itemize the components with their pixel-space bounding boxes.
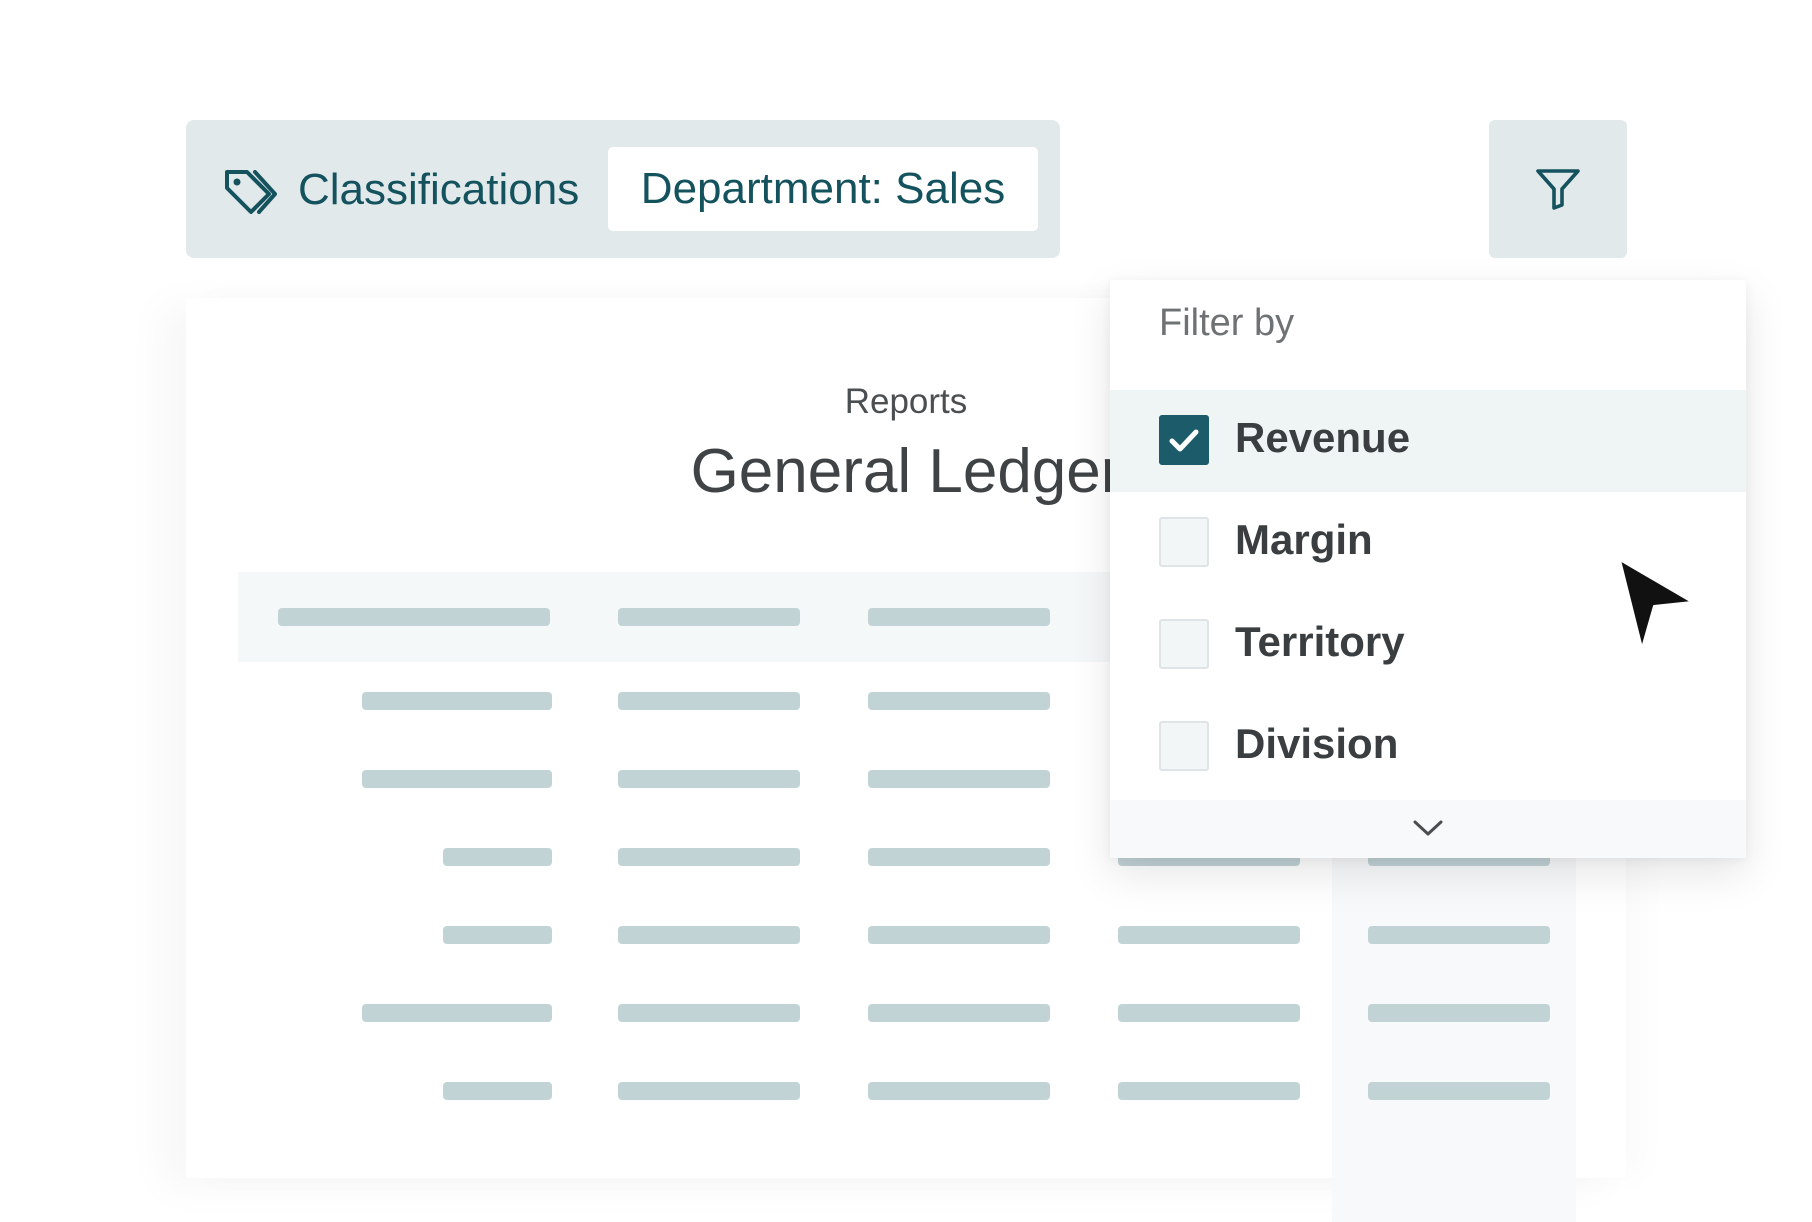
chevron-down-icon [1413,820,1443,836]
row-placeholder [1368,1004,1550,1022]
row-placeholder [618,692,800,710]
row-placeholder [618,1082,800,1100]
header-placeholder [278,608,550,626]
row-placeholder [443,848,552,866]
header-placeholder [618,608,800,626]
row-placeholder [618,926,800,944]
classifications-label: Classifications [298,165,580,214]
margin-checkbox[interactable] [1159,517,1209,567]
dropdown-scroll-more[interactable] [1110,800,1746,858]
row-placeholder [868,1004,1050,1022]
header-placeholder [868,608,1050,626]
filter-option-revenue[interactable]: Revenue [1110,390,1746,492]
row-placeholder [1118,1082,1300,1100]
row-placeholder [362,1004,552,1022]
row-placeholder [868,1082,1050,1100]
department-chip[interactable]: Department: Sales [608,147,1038,231]
row-placeholder [1118,926,1300,944]
revenue-checkbox[interactable] [1159,415,1209,465]
row-placeholder [618,1004,800,1022]
row-placeholder [618,848,800,866]
filter-option-label: Revenue [1235,414,1411,461]
row-placeholder [362,770,552,788]
filter-option-division[interactable]: Division [1110,696,1746,798]
filter-option-label: Margin [1235,516,1373,563]
mouse-pointer-icon [1619,559,1693,649]
row-placeholder [868,770,1050,788]
row-placeholder [362,692,552,710]
department-chip-label: Department: Sales [640,164,1006,213]
row-placeholder [868,848,1050,866]
row-placeholder [1118,1004,1300,1022]
division-checkbox[interactable] [1159,721,1209,771]
classification-bar: Classifications Department: Sales [186,120,1060,258]
filter-button[interactable] [1489,120,1627,258]
row-placeholder [443,1082,552,1100]
checkmark-icon [1169,429,1199,452]
row-placeholder [868,692,1050,710]
territory-checkbox[interactable] [1159,619,1209,669]
row-placeholder [1368,1082,1550,1100]
filter-option-label: Division [1235,720,1399,767]
filter-option-label: Territory [1235,618,1405,665]
row-placeholder [443,926,552,944]
filter-icon [1536,169,1580,210]
tag-icon [225,170,277,214]
row-placeholder [618,770,800,788]
filter-dropdown-title: Filter by [1159,302,1295,344]
row-placeholder [1368,926,1550,944]
row-placeholder [868,926,1050,944]
